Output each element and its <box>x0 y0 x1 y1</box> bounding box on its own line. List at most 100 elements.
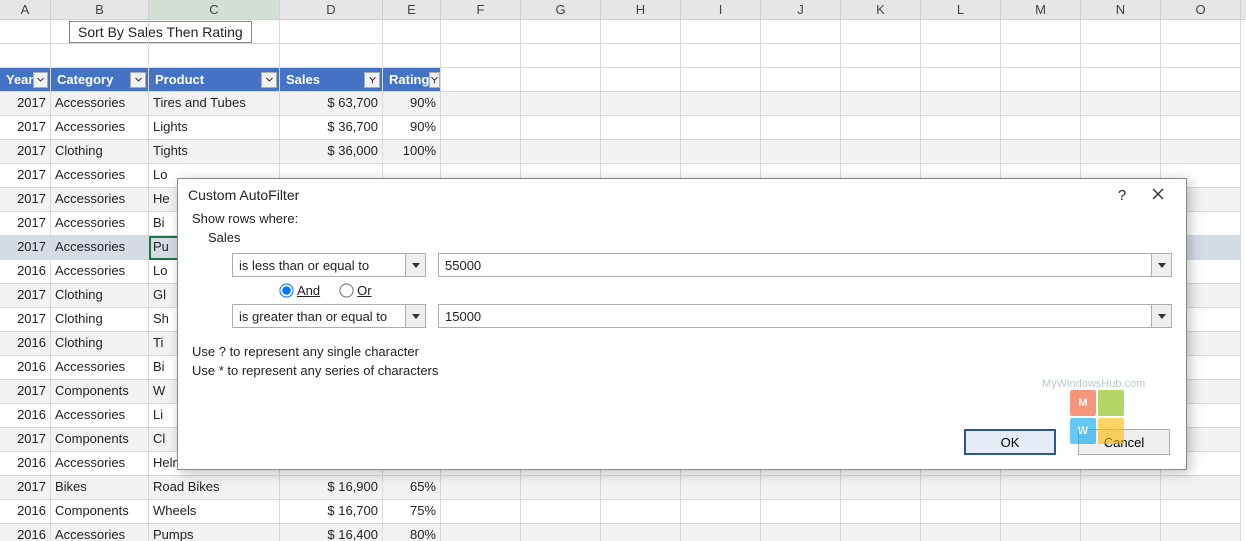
empty-cell[interactable] <box>441 116 521 140</box>
empty-cell[interactable] <box>1081 500 1161 524</box>
empty-cell[interactable] <box>841 20 921 44</box>
cell-category[interactable]: Accessories <box>51 92 149 116</box>
or-radio[interactable]: Or <box>340 283 371 298</box>
colhead-O[interactable]: O <box>1161 0 1241 19</box>
column-header-rating[interactable]: Rating <box>383 68 441 92</box>
empty-cell[interactable] <box>1081 68 1161 92</box>
empty-cell[interactable] <box>601 68 681 92</box>
empty-cell[interactable] <box>280 44 383 68</box>
empty-cell[interactable] <box>1081 116 1161 140</box>
cell-rating[interactable]: 65% <box>383 476 441 500</box>
criteria1-value-combo[interactable]: 55000 <box>438 253 1172 277</box>
empty-cell[interactable] <box>149 44 280 68</box>
empty-cell[interactable] <box>1001 44 1081 68</box>
empty-cell[interactable] <box>51 20 149 44</box>
and-radio-input[interactable] <box>279 283 293 297</box>
empty-cell[interactable] <box>383 20 441 44</box>
table-row[interactable]: 2017AccessoriesLights$ 36,70090% <box>0 116 1246 140</box>
and-radio[interactable]: And <box>280 283 320 298</box>
cell-sales[interactable]: $ 36,000 <box>280 140 383 164</box>
empty-cell[interactable] <box>921 44 1001 68</box>
empty-cell[interactable] <box>681 92 761 116</box>
cell-sales[interactable]: $ 63,700 <box>280 92 383 116</box>
empty-cell[interactable] <box>921 116 1001 140</box>
cell-year[interactable]: 2016 <box>0 260 51 284</box>
cell-rating[interactable]: 80% <box>383 524 441 541</box>
empty-cell[interactable] <box>521 20 601 44</box>
filter-dropdown-icon[interactable] <box>261 72 277 88</box>
cell-product[interactable]: Wheels <box>149 500 280 524</box>
cell-product[interactable]: Tires and Tubes <box>149 92 280 116</box>
criteria2-value-combo[interactable]: 15000 <box>438 304 1172 328</box>
cell-sales[interactable]: $ 16,400 <box>280 524 383 541</box>
empty-cell[interactable] <box>761 500 841 524</box>
empty-cell[interactable] <box>681 68 761 92</box>
empty-cell[interactable] <box>841 140 921 164</box>
empty-cell[interactable] <box>1001 500 1081 524</box>
table-row[interactable]: 2017AccessoriesTires and Tubes$ 63,70090… <box>0 92 1246 116</box>
cell-product[interactable]: Lights <box>149 116 280 140</box>
table-row[interactable]: 2016ComponentsWheels$ 16,70075% <box>0 500 1246 524</box>
cell-category[interactable]: Components <box>51 380 149 404</box>
colhead-B[interactable]: B <box>51 0 149 19</box>
cell-year[interactable]: 2017 <box>0 428 51 452</box>
cell-category[interactable]: Clothing <box>51 308 149 332</box>
empty-cell[interactable] <box>441 20 521 44</box>
ok-button[interactable]: OK <box>964 429 1056 455</box>
cell-year[interactable]: 2017 <box>0 164 51 188</box>
cell-rating[interactable]: 90% <box>383 116 441 140</box>
cell-year[interactable]: 2016 <box>0 524 51 541</box>
cell-category[interactable]: Components <box>51 500 149 524</box>
cell-category[interactable]: Accessories <box>51 524 149 541</box>
cell-year[interactable]: 2017 <box>0 284 51 308</box>
empty-cell[interactable] <box>921 20 1001 44</box>
empty-cell[interactable] <box>1001 68 1081 92</box>
empty-cell[interactable] <box>149 20 280 44</box>
empty-cell[interactable] <box>921 68 1001 92</box>
empty-cell[interactable] <box>1161 500 1241 524</box>
cell-category[interactable]: Accessories <box>51 164 149 188</box>
empty-cell[interactable] <box>841 476 921 500</box>
empty-cell[interactable] <box>441 44 521 68</box>
cell-rating[interactable]: 90% <box>383 92 441 116</box>
cell-category[interactable]: Accessories <box>51 116 149 140</box>
empty-cell[interactable] <box>521 44 601 68</box>
empty-cell[interactable] <box>921 476 1001 500</box>
empty-cell[interactable] <box>521 500 601 524</box>
colhead-C[interactable]: C <box>149 0 280 19</box>
cell-product[interactable]: Pumps <box>149 524 280 541</box>
cell-year[interactable]: 2017 <box>0 188 51 212</box>
empty-cell[interactable] <box>1161 116 1241 140</box>
empty-cell[interactable] <box>521 116 601 140</box>
cell-year[interactable]: 2016 <box>0 404 51 428</box>
empty-cell[interactable] <box>761 140 841 164</box>
empty-cell[interactable] <box>1001 20 1081 44</box>
close-button[interactable] <box>1140 187 1176 204</box>
cell-sales[interactable]: $ 16,900 <box>280 476 383 500</box>
empty-cell[interactable] <box>521 524 601 541</box>
empty-cell[interactable] <box>1001 524 1081 541</box>
empty-cell[interactable] <box>521 476 601 500</box>
criteria1-operator-combo[interactable]: is less than or equal to <box>232 253 426 277</box>
empty-cell[interactable] <box>601 20 681 44</box>
empty-cell[interactable] <box>1081 44 1161 68</box>
colhead-G[interactable]: G <box>521 0 601 19</box>
cell-category[interactable]: Accessories <box>51 404 149 428</box>
empty-cell[interactable] <box>761 44 841 68</box>
empty-cell[interactable] <box>921 500 1001 524</box>
empty-cell[interactable] <box>1161 476 1241 500</box>
empty-cell[interactable] <box>441 140 521 164</box>
empty-cell[interactable] <box>841 524 921 541</box>
cell-year[interactable]: 2016 <box>0 500 51 524</box>
empty-cell[interactable] <box>601 44 681 68</box>
cell-category[interactable]: Accessories <box>51 236 149 260</box>
empty-cell[interactable] <box>441 500 521 524</box>
colhead-E[interactable]: E <box>383 0 441 19</box>
empty-cell[interactable] <box>761 92 841 116</box>
cell-sales[interactable]: $ 16,700 <box>280 500 383 524</box>
cell-rating[interactable]: 75% <box>383 500 441 524</box>
empty-cell[interactable] <box>841 92 921 116</box>
dropdown-icon[interactable] <box>1151 254 1171 276</box>
colhead-I[interactable]: I <box>681 0 761 19</box>
colhead-A[interactable]: A <box>0 0 51 19</box>
